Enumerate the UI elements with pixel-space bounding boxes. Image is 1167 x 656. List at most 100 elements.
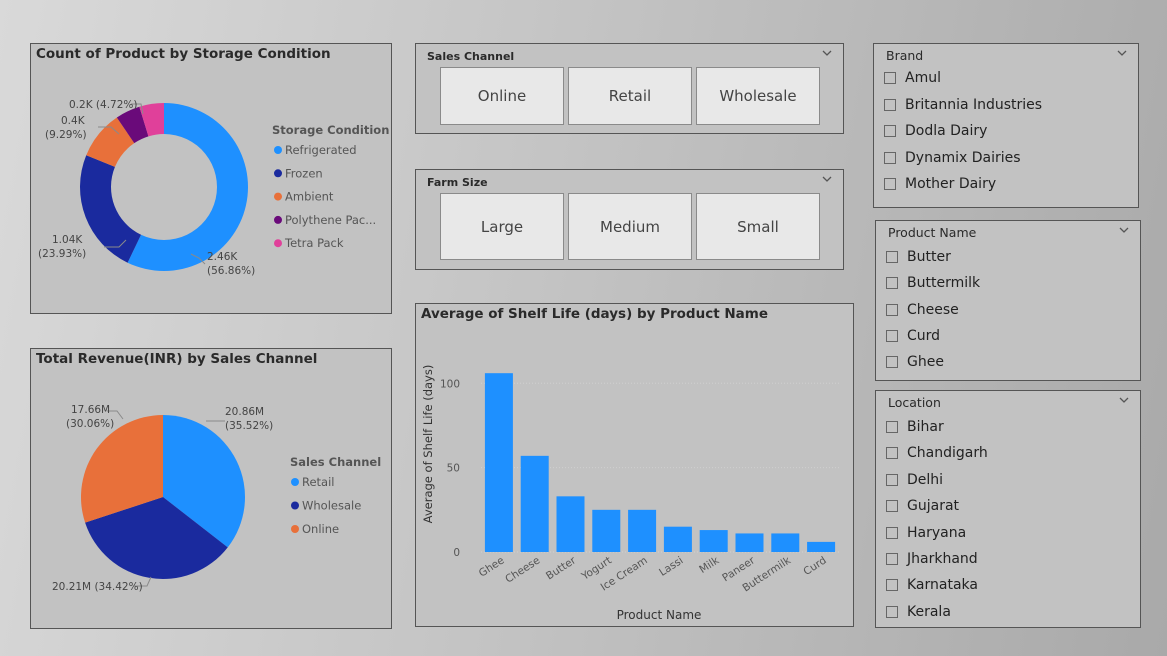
storage-condition-chart: Count of Product by Storage Condition 0.…	[30, 43, 392, 314]
checkbox[interactable]	[886, 500, 898, 513]
slicer-item-britannia-industries[interactable]: Britannia Industries	[884, 95, 1042, 115]
checkbox[interactable]	[886, 605, 898, 618]
legend-item-wholesale[interactable]: Wholesale	[302, 499, 361, 513]
tile-large[interactable]: Large	[440, 193, 564, 260]
checkbox[interactable]	[884, 98, 896, 111]
legend-marker	[291, 501, 299, 510]
slicer-item-label: Gujarat	[907, 498, 960, 515]
label-refrig-value: 2.46K	[207, 251, 238, 263]
slicer-item-label: Dynamix Dairies	[905, 149, 1021, 166]
slicer-item-jharkhand[interactable]: Jharkhand	[886, 549, 978, 569]
slicer-item-kerala[interactable]: Kerala	[886, 602, 951, 622]
bar-bars	[484, 373, 836, 552]
slicer-item-curd[interactable]: Curd	[886, 326, 940, 346]
bar-curd[interactable]	[807, 541, 836, 552]
slicer-item-label: Buttermilk	[907, 275, 981, 292]
checkbox[interactable]	[884, 72, 896, 84]
checkbox[interactable]	[886, 421, 898, 433]
bar-butter[interactable]	[556, 496, 585, 552]
revenue-by-channel-chart: Total Revenue(INR) by Sales Channel 17.6…	[30, 348, 392, 629]
legend-item-online[interactable]: Online	[302, 522, 339, 536]
tile-online[interactable]: Online	[440, 67, 564, 125]
legend-item-polythene-pac[interactable]: Polythene Pac...	[285, 213, 376, 227]
y-tick-label: 0	[453, 547, 460, 559]
label-poly-pct: (9.29%)	[45, 129, 87, 141]
sales-channel-slicer: Sales Channel Online Retail Wholesale	[415, 43, 844, 134]
slicer-item-label: Haryana	[907, 524, 967, 541]
slicer-item-dynamix-dairies[interactable]: Dynamix Dairies	[884, 148, 1021, 168]
bar-paneer[interactable]	[735, 533, 764, 552]
slicer-item-amul[interactable]: Amul	[884, 68, 941, 88]
legend-marker	[274, 169, 282, 178]
label-tetra: 0.2K (4.72%)	[69, 99, 137, 111]
checkbox[interactable]	[884, 151, 896, 164]
checkbox[interactable]	[886, 526, 898, 539]
legend-marker	[274, 215, 282, 224]
slicer-item-label: Amul	[905, 70, 941, 86]
chevron-down-icon[interactable]	[1118, 225, 1130, 235]
checkbox[interactable]	[886, 553, 898, 565]
legend-item-frozen[interactable]: Frozen	[285, 166, 323, 180]
checkbox[interactable]	[886, 277, 898, 290]
tile-wholesale[interactable]: Wholesale	[696, 67, 820, 125]
product-name-slicer: Product Name Butter Buttermilk Cheese Curd G…	[875, 220, 1141, 381]
checkbox[interactable]	[886, 251, 898, 263]
label-retail-pct: (35.52%)	[225, 420, 273, 432]
label-online-value: 17.66M	[71, 404, 110, 416]
checkbox[interactable]	[886, 356, 898, 369]
checkbox[interactable]	[886, 473, 898, 486]
chevron-down-icon[interactable]	[1118, 395, 1130, 405]
chevron-down-icon[interactable]	[821, 48, 833, 58]
tile-retail[interactable]: Retail	[568, 67, 692, 125]
brand-slicer: Brand Amul Britannia Industries Dodla Dair…	[873, 43, 1139, 208]
y-axis-label: Average of Shelf Life (days)	[421, 365, 435, 524]
slicer-item-buttermilk[interactable]: Buttermilk	[886, 273, 980, 293]
checkbox[interactable]	[886, 329, 898, 342]
slicer-item-ghee[interactable]: Ghee	[886, 352, 944, 372]
slicer-item-label: Cheese	[907, 301, 959, 318]
slicer-item-dodla-dairy[interactable]: Dodla Dairy	[884, 121, 987, 141]
tile-medium[interactable]: Medium	[568, 193, 692, 260]
slicer-title: Brand	[886, 48, 924, 63]
bar-milk[interactable]	[699, 530, 728, 552]
slicer-item-chandigarh[interactable]: Chandigarh	[886, 443, 988, 463]
bar-cheese[interactable]	[520, 455, 549, 552]
x-tick-label: Lassi	[657, 554, 685, 578]
slicer-item-karnataka[interactable]: Karnataka	[886, 575, 978, 595]
slicer-item-haryana[interactable]: Haryana	[886, 523, 966, 543]
chevron-down-icon[interactable]	[1116, 48, 1128, 58]
slicer-item-butter[interactable]: Butter	[886, 247, 951, 267]
y-tick-label: 100	[440, 378, 460, 390]
slicer-item-label: Chandigarh	[907, 445, 988, 462]
slicer-item-delhi[interactable]: Delhi	[886, 470, 943, 490]
slicer-item-cheese[interactable]: Cheese	[886, 300, 959, 320]
tile-small[interactable]: Small	[696, 193, 820, 260]
checkbox[interactable]	[886, 579, 898, 592]
x-tick-label: Milk	[697, 554, 722, 576]
chevron-down-icon[interactable]	[821, 174, 833, 184]
legend-marker	[291, 478, 299, 486]
legend-item-ambient[interactable]: Ambient	[285, 190, 334, 204]
checkbox[interactable]	[884, 178, 896, 191]
legend-item-refrigerated[interactable]: Refrigerated	[285, 143, 357, 157]
bar-ghee[interactable]	[484, 373, 513, 552]
slicer-item-bihar[interactable]: Bihar	[886, 417, 944, 437]
x-tick-label: Curd	[801, 554, 828, 578]
legend-item-retail[interactable]: Retail	[302, 475, 335, 489]
bar-lassi[interactable]	[663, 526, 692, 552]
slicer-item-label: Kerala	[907, 603, 951, 620]
bar-yogurt[interactable]	[592, 509, 621, 552]
checkbox[interactable]	[886, 447, 898, 460]
slicer-item-mother-dairy[interactable]: Mother Dairy	[884, 174, 996, 194]
legend-marker	[274, 192, 282, 201]
legend-title: Storage Condition	[272, 123, 389, 137]
checkbox[interactable]	[884, 125, 896, 138]
checkbox[interactable]	[886, 303, 898, 316]
bar-yticks: 0 50 100	[440, 378, 460, 559]
legend-item-tetra-pack[interactable]: Tetra Pack	[284, 236, 344, 250]
bar-ice-cream[interactable]	[628, 509, 657, 552]
slicer-item-gujarat[interactable]: Gujarat	[886, 496, 959, 516]
pie-slices	[81, 415, 246, 579]
label-frozen-pct: (23.93%)	[38, 248, 86, 260]
bar-buttermilk[interactable]	[771, 533, 800, 552]
